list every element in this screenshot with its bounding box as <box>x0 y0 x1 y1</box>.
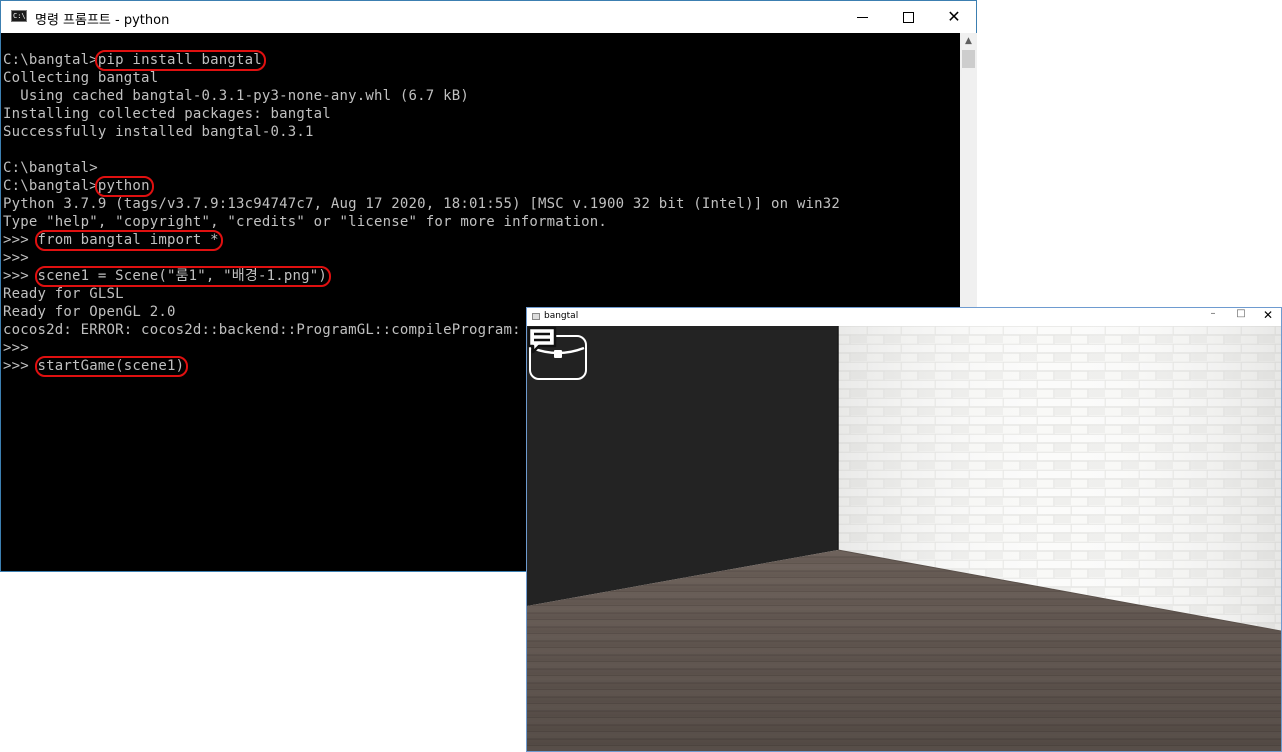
console-line: >>> <box>3 250 29 266</box>
console-line: Type "help", "copyright", "credits" or "… <box>3 214 608 230</box>
console-prompt: C:\bangtal> <box>3 52 98 68</box>
console-line: Ready for OpenGL 2.0 <box>3 304 176 320</box>
console-line: cocos2d: ERROR: cocos2d::backend::Progra… <box>3 322 573 338</box>
minimize-icon <box>856 16 868 18</box>
scroll-up-arrow-icon[interactable]: ▲ <box>960 33 977 50</box>
cmd-titlebar[interactable]: 명령 프롬프트 - python ✕ <box>1 1 976 33</box>
console-line: >>> scene1 = Scene("룸1", "배경-1.png") <box>3 266 332 287</box>
highlighted-command: pip install bangtal <box>94 50 266 71</box>
game-minimize-button[interactable]: – <box>1199 308 1227 326</box>
console-line: >>> startGame(scene1) <box>3 356 188 377</box>
maximize-icon <box>902 11 914 23</box>
cmd-close-button[interactable]: ✕ <box>931 1 977 33</box>
console-line: >>> from bangtal import * <box>3 230 223 251</box>
chat-message-icon[interactable] <box>527 326 557 354</box>
console-line: Ready for GLSL <box>3 286 124 302</box>
highlighted-command: python <box>94 176 154 197</box>
console-line: >>> <box>3 340 29 356</box>
console-prompt: >>> <box>3 358 38 374</box>
console-line: Installing collected packages: bangtal <box>3 106 331 122</box>
cmd-minimize-button[interactable] <box>839 1 885 33</box>
game-window-title: bangtal <box>544 311 579 321</box>
console-line: Collecting bangtal <box>3 70 159 86</box>
console-prompt: >>> <box>3 232 38 248</box>
game-app-icon <box>532 313 540 320</box>
highlighted-command: startGame(scene1) <box>34 356 188 377</box>
console-prompt: C:\bangtal> <box>3 178 98 194</box>
console-line: C:\bangtal>pip install bangtal <box>3 50 266 71</box>
bangtal-game-window[interactable]: bangtal – □ ✕ <box>526 307 1282 752</box>
game-titlebar[interactable]: bangtal – □ ✕ <box>527 308 1281 326</box>
maximize-icon: □ <box>1236 308 1246 319</box>
highlighted-command: scene1 = Scene("룸1", "배경-1.png") <box>34 266 332 287</box>
room-background <box>527 326 1281 751</box>
console-line: Successfully installed bangtal-0.3.1 <box>3 124 314 140</box>
cmd-maximize-button[interactable] <box>885 1 931 33</box>
minimize-icon: – <box>1210 308 1216 319</box>
cmd-app-icon <box>11 10 27 22</box>
cmd-window-title: 명령 프롬프트 - python <box>35 13 170 28</box>
console-line: Python 3.7.9 (tags/v3.7.9:13c94747c7, Au… <box>3 196 840 212</box>
console-line: Using cached bangtal-0.3.1-py3-none-any.… <box>3 88 469 104</box>
highlighted-command: from bangtal import * <box>34 230 223 251</box>
console-prompt: >>> <box>3 268 38 284</box>
game-scene[interactable]: 룸/ <box>527 326 1281 751</box>
close-icon: ✕ <box>947 7 961 26</box>
console-line: C:\bangtal>python <box>3 176 154 197</box>
console-line: C:\bangtal> <box>3 160 98 176</box>
game-maximize-button[interactable]: □ <box>1227 308 1255 326</box>
close-icon: ✕ <box>1262 308 1274 322</box>
scroll-thumb[interactable] <box>962 50 975 68</box>
game-close-button[interactable]: ✕ <box>1254 308 1282 326</box>
